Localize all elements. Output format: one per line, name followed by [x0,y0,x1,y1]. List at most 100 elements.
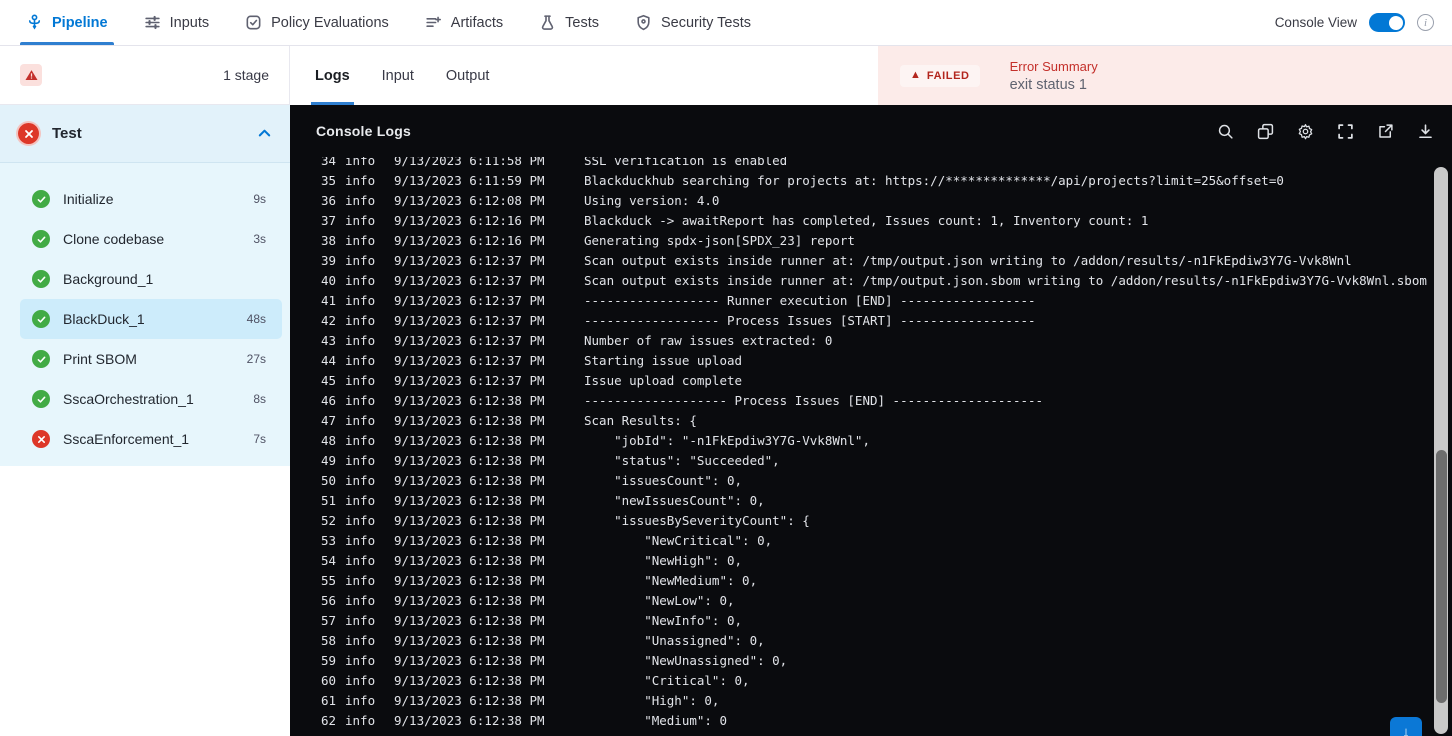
log-line-number: 40 [320,273,336,288]
tab-inputs[interactable]: Inputs [144,0,209,45]
log-line: 39 info 9/13/2023 6:12:37 PM Scan output… [290,251,1452,271]
log-line-number: 46 [320,393,336,408]
log-message: Using version: 4.0 [584,193,720,208]
log-line-number: 56 [320,593,336,608]
success-status-icon [32,270,50,288]
success-status-icon [32,310,50,328]
log-level: info [345,513,376,528]
console-scrollbar-thumb[interactable] [1435,450,1447,703]
log-viewport[interactable]: 34 info 9/13/2023 6:11:58 PM SSL verific… [290,157,1452,736]
tab-tests[interactable]: Tests [539,0,599,45]
log-level: info [345,413,376,428]
log-view-tabs: Logs Input Output [290,46,878,105]
success-status-icon [32,350,50,368]
artifacts-icon [425,14,442,31]
scroll-to-bottom-button[interactable]: ↓ [1390,717,1422,736]
log-message: "issuesCount": 0, [584,473,743,488]
log-line: 53 info 9/13/2023 6:12:38 PM "NewCritica… [290,531,1452,551]
step-item-initialize[interactable]: Initialize 9s [20,179,282,219]
toggle-knob [1388,15,1403,30]
tab-security-tests[interactable]: Security Tests [635,0,751,45]
log-message: "High": 0, [584,693,720,708]
log-message: Starting issue upload [584,353,743,368]
log-line: 58 info 9/13/2023 6:12:38 PM "Unassigned… [290,631,1452,651]
log-message: "Critical": 0, [584,673,750,688]
log-message: ------------------ Runner execution [END… [584,293,1036,308]
log-message: "NewLow": 0, [584,593,735,608]
log-timestamp: 9/13/2023 6:12:37 PM [394,313,545,328]
log-level: info [345,193,376,208]
log-timestamp: 9/13/2023 6:12:38 PM [394,413,545,428]
step-item-sscaorchestration-1[interactable]: SscaOrchestration_1 8s [20,379,282,419]
log-timestamp: 9/13/2023 6:12:38 PM [394,693,545,708]
log-line-number: 58 [320,633,336,648]
pipeline-icon [26,14,43,31]
log-timestamp: 9/13/2023 6:12:37 PM [394,333,545,348]
step-item-background-1[interactable]: Background_1 [20,259,282,299]
log-line: 54 info 9/13/2023 6:12:38 PM "NewHigh": … [290,551,1452,571]
step-duration: 8s [253,392,266,406]
log-level: info [345,713,376,728]
log-line-number: 38 [320,233,336,248]
log-line: 45 info 9/13/2023 6:12:37 PM Issue uploa… [290,371,1452,391]
log-level: info [345,613,376,628]
open-in-new-icon[interactable] [1377,123,1394,140]
pipeline-execution-page: Pipeline Inputs Policy Evaluations Artif… [0,0,1452,736]
log-message: SSL verification is enabled [584,157,788,168]
log-line: 48 info 9/13/2023 6:12:38 PM "jobId": "-… [290,431,1452,451]
copy-icon[interactable] [1257,123,1274,140]
log-timestamp: 9/13/2023 6:12:16 PM [394,213,545,228]
log-line: 50 info 9/13/2023 6:12:38 PM "issuesCoun… [290,471,1452,491]
tab-artifacts[interactable]: Artifacts [425,0,503,45]
log-line: 57 info 9/13/2023 6:12:38 PM "NewInfo": … [290,611,1452,631]
step-duration: 27s [246,352,266,366]
log-level: info [345,213,376,228]
download-icon[interactable] [1417,123,1434,140]
log-message: "status": "Succeeded", [584,453,780,468]
log-level: info [345,313,376,328]
console-view-toggle[interactable] [1369,13,1405,32]
log-level: info [345,373,376,388]
tab-pipeline[interactable]: Pipeline [20,0,114,45]
log-line-number: 54 [320,553,336,568]
step-item-clone-codebase[interactable]: Clone codebase 3s [20,219,282,259]
settings-icon[interactable] [1297,123,1314,140]
log-line: 61 info 9/13/2023 6:12:38 PM "High": 0, [290,691,1452,711]
log-line-number: 51 [320,493,336,508]
log-message: "NewMedium": 0, [584,573,758,588]
log-line: 43 info 9/13/2023 6:12:37 PM Number of r… [290,331,1452,351]
log-timestamp: 9/13/2023 6:12:08 PM [394,193,545,208]
log-level: info [345,693,376,708]
log-level: info [345,157,376,168]
log-line-number: 36 [320,193,336,208]
step-item-blackduck-1[interactable]: BlackDuck_1 48s [20,299,282,339]
error-summary-title: Error Summary [1009,58,1098,74]
log-timestamp: 9/13/2023 6:12:38 PM [394,553,545,568]
success-status-icon [32,190,50,208]
stage-header-test[interactable]: Test [0,105,290,163]
log-timestamp: 9/13/2023 6:12:38 PM [394,613,545,628]
tab-policy-evaluations[interactable]: Policy Evaluations [245,0,389,45]
log-level: info [345,633,376,648]
log-timestamp: 9/13/2023 6:12:38 PM [394,673,545,688]
log-level: info [345,653,376,668]
fullscreen-icon[interactable] [1337,123,1354,140]
tab-label: Policy Evaluations [271,14,389,31]
step-item-print-sbom[interactable]: Print SBOM 27s [20,339,282,379]
step-item-sscaenforcement-1[interactable]: SscaEnforcement_1 7s [20,419,282,459]
info-icon[interactable]: i [1417,14,1434,31]
log-line-number: 43 [320,333,336,348]
stage-steps-list: Initialize 9s Clone codebase 3s Backgrou… [0,163,290,466]
tab-output[interactable]: Output [446,46,490,105]
tab-input[interactable]: Input [382,46,414,105]
log-level: info [345,173,376,188]
log-line-number: 48 [320,433,336,448]
console-scrollbar[interactable] [1434,167,1448,734]
search-icon[interactable] [1217,123,1234,140]
log-timestamp: 9/13/2023 6:12:37 PM [394,293,545,308]
tab-logs[interactable]: Logs [311,46,354,105]
log-line-number: 42 [320,313,336,328]
chevron-up-icon[interactable] [257,126,272,141]
log-line-number: 62 [320,713,336,728]
log-timestamp: 9/13/2023 6:12:37 PM [394,373,545,388]
